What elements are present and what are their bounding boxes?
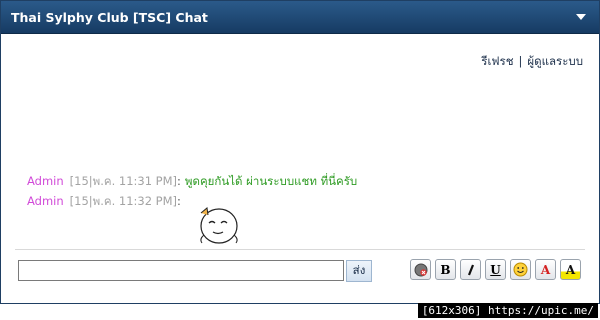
sleepy-face-emoticon — [192, 205, 240, 247]
message-timestamp: [15|พ.ค. 11:32 PM] — [69, 194, 178, 208]
send-button[interactable]: ส่ง — [346, 260, 372, 282]
bold-label: B — [440, 262, 451, 277]
message-row: Admin [15|พ.ค. 11:31 PM]: พูดคุยกันได้ ผ่า… — [27, 171, 587, 191]
format-toolbar: B U A A — [410, 259, 581, 280]
divider — [15, 249, 585, 250]
message-input[interactable] — [18, 260, 344, 281]
chat-title: Thai Sylphy Club [TSC] Chat — [11, 10, 208, 25]
refresh-link[interactable]: รีเฟรช — [481, 54, 513, 68]
underline-button[interactable]: U — [485, 259, 506, 280]
message-input-row: ส่ง — [18, 260, 372, 282]
collapse-arrow-icon[interactable] — [573, 9, 589, 25]
link-separator: | — [518, 54, 523, 68]
top-links: รีเฟรช | ผู้ดูแลระบบ — [481, 53, 583, 71]
message-colon: : — [177, 194, 181, 208]
font-color-button[interactable]: A — [535, 259, 556, 280]
underline-label: U — [490, 262, 501, 277]
message-timestamp: [15|พ.ค. 11:31 PM] — [69, 174, 178, 188]
message-list: Admin [15|พ.ค. 11:31 PM]: พูดคุยกันได้ ผ่า… — [27, 171, 587, 244]
message-username[interactable]: Admin — [27, 194, 64, 208]
image-host-caption: [612x306] https://upic.me/ — [417, 303, 598, 318]
bold-button[interactable]: B — [435, 259, 456, 280]
highlight-label: A — [565, 262, 576, 277]
message-colon: : — [177, 174, 181, 188]
highlight-button[interactable]: A — [560, 259, 581, 280]
chat-panel: Thai Sylphy Club [TSC] Chat รีเฟรช | ผู้ดู… — [0, 0, 600, 304]
message-username[interactable]: Admin — [27, 174, 64, 188]
font-color-label: A — [540, 262, 551, 277]
message-text: พูดคุยกันได้ ผ่านระบบแชท ที่นี่ครับ — [184, 174, 358, 188]
message-row: Admin [15|พ.ค. 11:32 PM]: — [27, 191, 587, 211]
clear-icon[interactable] — [410, 259, 431, 280]
admin-link[interactable]: ผู้ดูแลระบบ — [527, 54, 583, 68]
italic-icon[interactable] — [460, 259, 481, 280]
smiley-icon[interactable] — [510, 259, 531, 280]
title-bar: Thai Sylphy Club [TSC] Chat — [1, 1, 599, 34]
